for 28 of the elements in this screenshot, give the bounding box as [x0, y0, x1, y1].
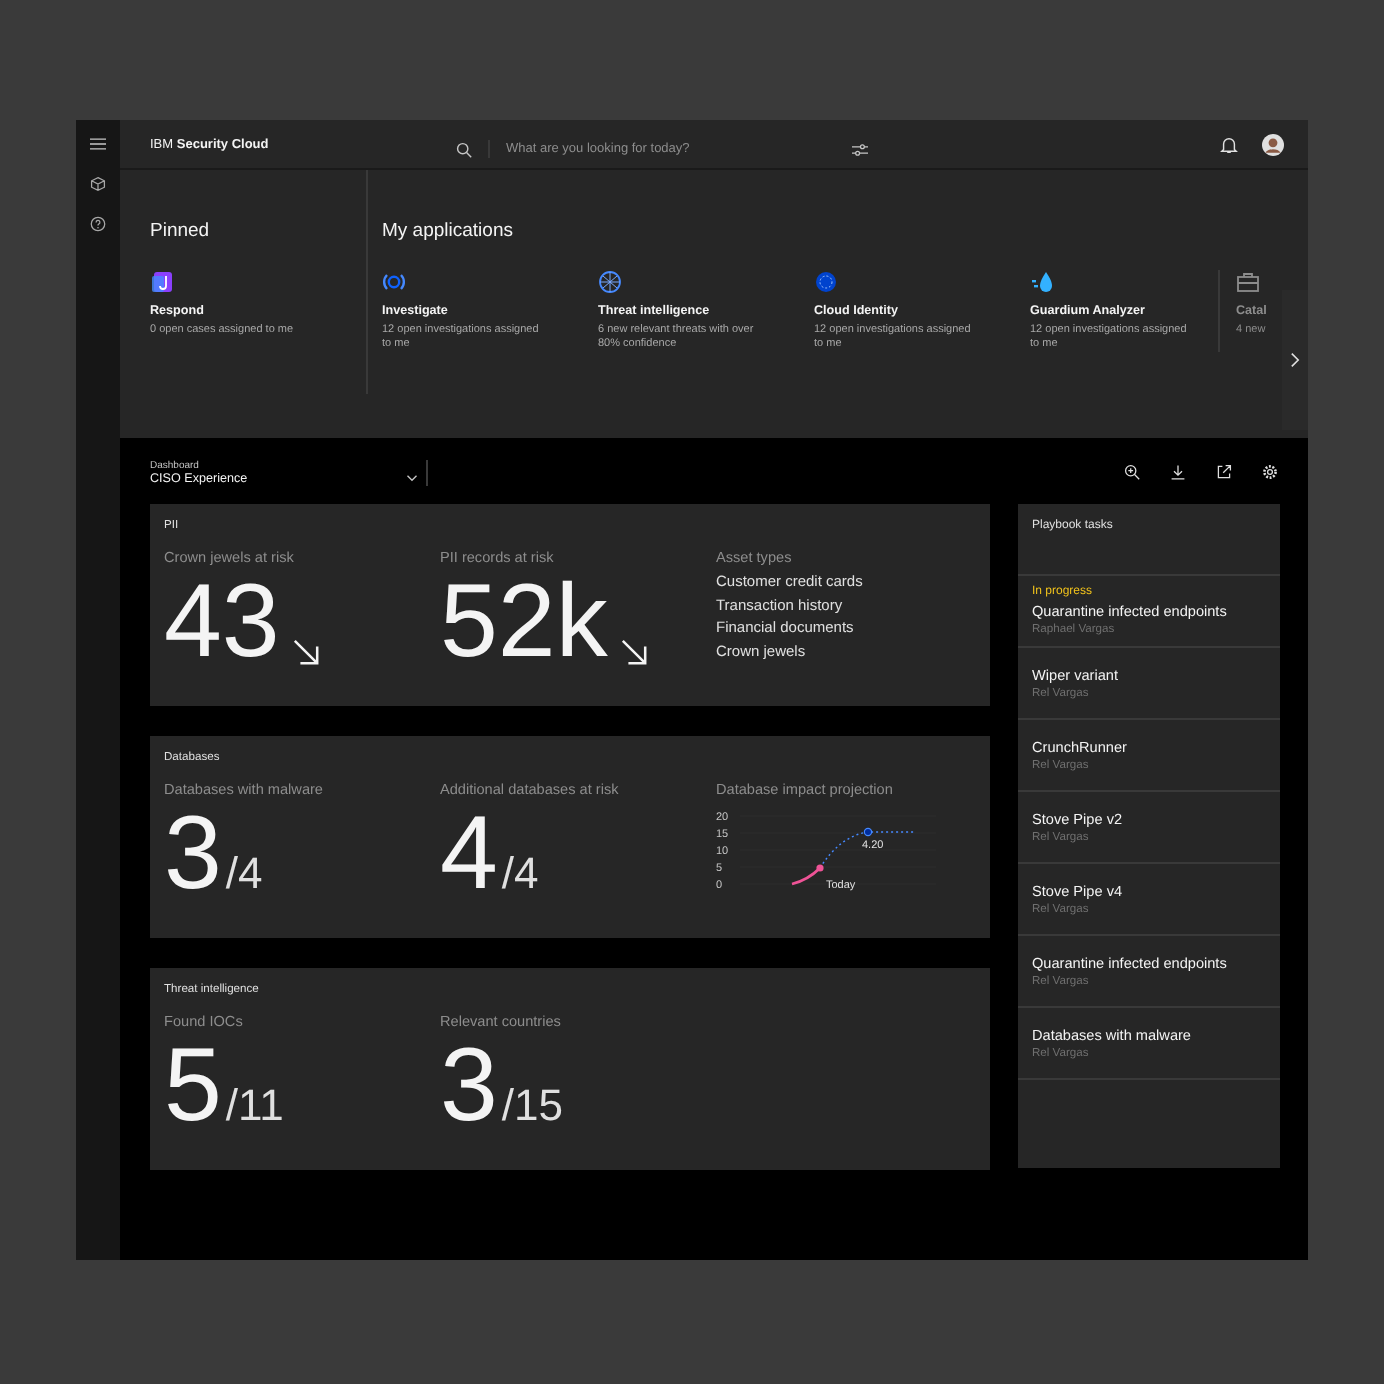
launch-icon[interactable]	[1216, 464, 1232, 480]
menu-icon[interactable]	[90, 136, 106, 152]
help-icon[interactable]	[90, 216, 106, 232]
metric-total: /15	[501, 1080, 564, 1132]
metric-value: 5	[164, 1034, 222, 1138]
cube-icon[interactable]	[90, 176, 106, 192]
drop-icon[interactable]	[1030, 270, 1054, 294]
chevron-icon	[1290, 352, 1300, 368]
metric-value: 3	[164, 802, 222, 906]
metric-total: /11	[225, 1080, 284, 1132]
metric-value: 4	[440, 802, 498, 906]
download-icon[interactable]	[1170, 464, 1186, 480]
metric-value: 52k	[440, 570, 608, 674]
section-title: Pinned	[150, 220, 212, 242]
settings-icon[interactable]	[1262, 464, 1278, 480]
metric-total: /4	[501, 848, 539, 900]
zoom-in-icon[interactable]	[1124, 464, 1140, 480]
section-title: My applications	[382, 220, 515, 242]
metric-value: 43	[164, 570, 280, 674]
metric-total: /4	[225, 848, 263, 900]
avatar-icon[interactable]	[1262, 133, 1284, 155]
filter-icon[interactable]	[852, 141, 868, 157]
search-icon	[456, 141, 472, 157]
caret-icon	[406, 473, 418, 481]
app-icon[interactable]	[150, 270, 174, 294]
metric-value: 3	[440, 1034, 498, 1138]
notification-icon[interactable]	[1220, 135, 1238, 153]
briefcase-icon[interactable]	[1236, 270, 1260, 294]
